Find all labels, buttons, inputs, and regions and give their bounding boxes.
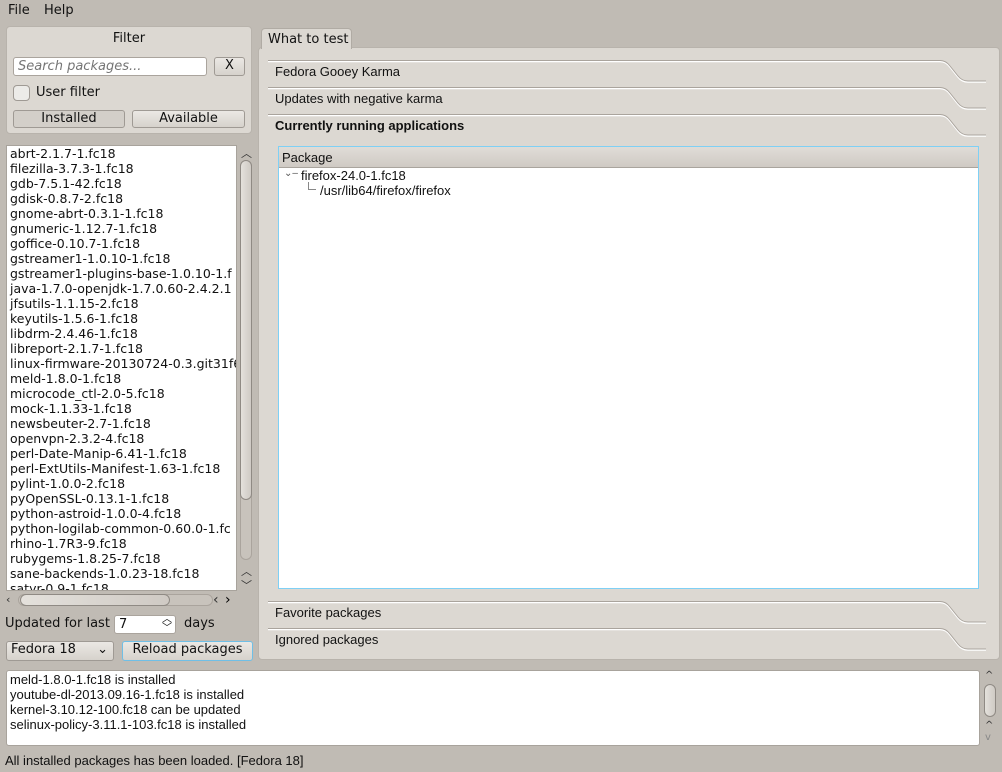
chevron-down-icon: ⌄ (97, 642, 108, 657)
package-item[interactable]: microcode_ctl-2.0-5.fc18 (7, 386, 236, 401)
package-item[interactable]: libdrm-2.4.46-1.fc18 (7, 326, 236, 341)
installed-button[interactable]: Installed (13, 110, 125, 128)
menu-help[interactable]: Help (44, 3, 74, 18)
reload-packages-button[interactable]: Reload packages (122, 641, 253, 661)
tab-what-to-test[interactable]: What to test (261, 28, 352, 49)
user-filter-checkbox[interactable] (13, 85, 30, 101)
tree-item-child[interactable]: /usr/lib64/firefox/firefox (320, 183, 451, 198)
clear-search-button[interactable]: X (214, 57, 245, 76)
section-label: Fedora Gooey Karma (275, 64, 401, 79)
package-item[interactable]: linux-firmware-20130724-0.3.git31f6 (7, 356, 236, 371)
package-item[interactable]: pyOpenSSL-0.13.1-1.fc18 (7, 491, 236, 506)
user-filter-label: User filter (36, 85, 101, 100)
scroll-left-icon[interactable]: ‹ (213, 592, 219, 608)
scroll-up-icon[interactable]: ^ (985, 720, 993, 731)
section-header[interactable]: Currently running applications (268, 114, 986, 138)
scroll-down-icon[interactable]: v (985, 732, 991, 743)
days-value: 7 (119, 617, 128, 632)
section-label: Ignored packages (275, 632, 379, 647)
package-item[interactable]: gnome-abrt-0.3.1-1.fc18 (7, 206, 236, 221)
package-item[interactable]: perl-ExtUtils-Manifest-1.63-1.fc18 (7, 461, 236, 476)
scrollbar-thumb[interactable] (240, 160, 252, 500)
section-label: Favorite packages (275, 605, 382, 620)
scroll-right-icon[interactable]: › (225, 592, 231, 608)
status-bar: All installed packages has been loaded. … (5, 753, 304, 768)
section-header[interactable]: Updates with negative karma (268, 87, 986, 111)
package-item[interactable]: libreport-2.1.7-1.fc18 (7, 341, 236, 356)
package-item[interactable]: satyr-0.9-1.fc18 (7, 581, 236, 590)
package-item[interactable]: pylint-1.0.0-2.fc18 (7, 476, 236, 491)
available-button[interactable]: Available (132, 110, 245, 128)
section-header[interactable]: Favorite packages (268, 601, 986, 625)
expand-icon[interactable]: ⌄– (284, 168, 298, 179)
package-item[interactable]: perl-Date-Manip-6.41-1.fc18 (7, 446, 236, 461)
package-item[interactable]: java-1.7.0-openjdk-1.7.0.60-2.4.2.1 (7, 281, 236, 296)
package-list-hscrollbar[interactable]: ‹ ‹ › (6, 592, 237, 608)
log-box[interactable]: meld-1.8.0-1.fc18 is installed youtube-dl… (6, 670, 980, 746)
section-label: Currently running applications (275, 118, 465, 133)
running-apps-tree[interactable]: Package ⌄– firefox-24.0-1.fc18 /usr/lib6… (278, 146, 979, 589)
scroll-up-icon[interactable]: ^ (985, 670, 993, 681)
filter-title: Filter (112, 31, 146, 46)
package-item[interactable]: keyutils-1.5.6-1.fc18 (7, 311, 236, 326)
package-item[interactable]: sane-backends-1.0.23-18.fc18 (7, 566, 236, 581)
scroll-up-icon[interactable]: ︿ (241, 145, 252, 161)
package-item[interactable]: newsbeuter-2.7-1.fc18 (7, 416, 236, 431)
days-spinbox[interactable]: 7 ︿ ﹀ (114, 615, 176, 634)
package-item[interactable]: abrt-2.1.7-1.fc18 (7, 146, 236, 161)
package-item[interactable]: gnumeric-1.12.7-1.fc18 (7, 221, 236, 236)
package-item[interactable]: python-astroid-1.0.0-4.fc18 (7, 506, 236, 521)
package-item[interactable]: python-logilab-common-0.60.0-1.fc (7, 521, 236, 536)
package-item[interactable]: jfsutils-1.1.15-2.fc18 (7, 296, 236, 311)
package-list-vscrollbar[interactable]: ︿ ︿ ﹀ (239, 145, 253, 593)
log-line: meld-1.8.0-1.fc18 is installed (10, 672, 176, 687)
package-item[interactable]: filezilla-3.7.3-1.fc18 (7, 161, 236, 176)
scrollbar-thumb[interactable] (984, 684, 996, 717)
section-label: Updates with negative karma (275, 91, 443, 106)
package-item[interactable]: gdisk-0.8.7-2.fc18 (7, 191, 236, 206)
section-header[interactable]: Fedora Gooey Karma (268, 60, 986, 84)
log-line: kernel-3.10.12-100.fc18 can be updated (10, 702, 241, 717)
package-item[interactable]: gdb-7.5.1-42.fc18 (7, 176, 236, 191)
section-header[interactable]: Ignored packages (268, 628, 986, 652)
release-select[interactable]: Fedora 18 ⌄ (6, 641, 114, 661)
package-item[interactable]: goffice-0.10.7-1.fc18 (7, 236, 236, 251)
scroll-down-icon[interactable]: ﹀ (241, 577, 252, 593)
spin-arrows-icon[interactable]: ︿ ﹀ (162, 615, 172, 634)
days-unit: days (184, 616, 215, 631)
search-input[interactable] (13, 57, 207, 76)
package-list[interactable]: abrt-2.1.7-1.fc18 filezilla-3.7.3-1.fc18 g… (6, 145, 237, 591)
package-item[interactable]: mock-1.1.33-1.fc18 (7, 401, 236, 416)
scrollbar-thumb[interactable] (20, 594, 170, 606)
log-line: youtube-dl-2013.09.16-1.fc18 is installe… (10, 687, 245, 702)
scroll-left-icon[interactable]: ‹ (6, 593, 10, 606)
menu-file[interactable]: File (8, 3, 30, 18)
updated-label: Updated for last (5, 616, 110, 631)
package-item[interactable]: openvpn-2.3.2-4.fc18 (7, 431, 236, 446)
package-item[interactable]: rubygems-1.8.25-7.fc18 (7, 551, 236, 566)
package-item[interactable]: gstreamer1-plugins-base-1.0.10-1.f (7, 266, 236, 281)
log-vscrollbar[interactable]: ^ ^ v (983, 670, 997, 746)
package-item[interactable]: gstreamer1-1.0.10-1.fc18 (7, 251, 236, 266)
tree-header-package[interactable]: Package (279, 147, 978, 168)
package-item[interactable]: rhino-1.7R3-9.fc18 (7, 536, 236, 551)
package-item[interactable]: meld-1.8.0-1.fc18 (7, 371, 236, 386)
release-value: Fedora 18 (11, 642, 76, 657)
tree-item-root[interactable]: firefox-24.0-1.fc18 (301, 168, 406, 183)
log-line: selinux-policy-3.11.1-103.fc18 is instal… (10, 717, 247, 732)
